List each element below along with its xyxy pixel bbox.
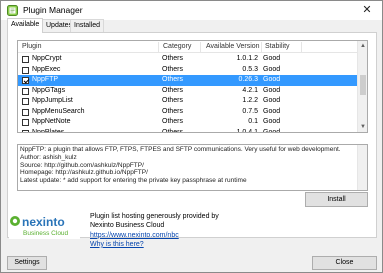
plugin-category: Others [162,86,184,94]
sponsor-link[interactable]: https://www.nexinto.com/nbc [90,232,179,239]
plugin-manager-window: Plugin Manager ✕ Available Updates Insta… [0,0,383,273]
plugin-row[interactable]: NppCrypt Others 1.0.1.2 Good [18,54,358,65]
description-line: Latest update: * add support for enterin… [20,177,247,185]
plugin-category: Others [162,107,184,115]
plugin-category: Others [162,65,184,73]
description-line: NppFTP: a plugin that allows FTP, FTPS, … [20,146,341,153]
plugin-version: 1.2.2 [242,97,258,104]
plugin-name: NppGTags [32,86,66,94]
plugin-stability: Good [263,65,281,73]
scroll-up-icon[interactable]: ▲ [358,41,367,51]
nexinto-logo: nexinto Business Cloud [9,212,80,239]
plugin-rows: NppCrypt Others 1.0.1.2 Good NppExec Others 0.… [18,54,358,133]
plugin-checkbox[interactable] [22,87,29,95]
plugin-category: Others [162,128,184,133]
close-button[interactable]: Close [312,256,377,270]
why-link[interactable]: Why is this here? [90,241,144,248]
plugin-name: NppExec [32,65,61,73]
tab-available[interactable]: Available [7,18,44,33]
plugin-name: NppNetNote [32,118,71,125]
plugin-row[interactable]: NppPlates Others 1.0.4.1 Good [18,128,358,133]
plugin-stability: Good [263,76,281,83]
sponsor-info: Plugin list hosting generously provided … [90,212,219,249]
plugin-name: NppCrypt [32,55,62,62]
scroll-thumb[interactable] [360,75,366,95]
column-header-version[interactable]: Available Version [206,43,260,50]
sponsor-name: Nexinto Business Cloud [90,222,165,230]
plugin-category: Others [162,118,184,125]
plugin-version: 0.1 [248,118,258,125]
tab-installed[interactable]: Installed [70,19,105,32]
title-bar[interactable]: Plugin Manager ✕ [1,1,382,20]
plugin-checkbox[interactable] [22,77,29,84]
plugin-row[interactable]: NppMenuSearch Others 0.7.5 Good [18,107,358,118]
plugin-checkbox[interactable] [22,56,29,63]
plugin-stability: Good [263,118,281,125]
plugin-name: NppFTP [32,76,59,83]
plugin-version: 4.2.1 [242,86,258,94]
plugin-stability: Good [263,97,281,104]
plugin-version: 0.5.3 [242,65,258,73]
plugin-stability: Good [263,128,281,133]
settings-button[interactable]: Settings [7,256,47,270]
plugin-checkbox[interactable] [22,66,29,74]
column-header-category[interactable]: Category [163,43,191,50]
notepad-plus-plus-icon [7,5,18,16]
description-line: Homepage: http://ashkulz.github.io/NppFT… [20,169,148,177]
plugin-stability: Good [263,107,281,115]
plugin-category: Others [162,76,184,83]
plugin-category: Others [162,55,184,62]
available-tab-panel: Plugin Category Available Version Stabil… [7,32,377,238]
list-scrollbar[interactable]: ▲ ▼ [357,41,367,132]
plugin-version: 0.7.5 [242,107,258,115]
plugin-checkbox[interactable] [22,108,29,116]
scroll-down-icon[interactable]: ▼ [358,122,367,132]
plugin-category: Others [162,97,184,104]
plugin-row[interactable]: NppGTags Others 4.2.1 Good [18,86,358,97]
description-line: Source: http://github.com/ashkulz/NppFTP… [20,161,144,169]
install-button[interactable]: Install [305,192,368,207]
plugin-row[interactable]: NppJumpList Others 1.2.2 Good [18,96,358,107]
svg-text:Business Cloud: Business Cloud [23,230,69,237]
description-scrollbar[interactable] [357,145,367,190]
plugin-row[interactable]: NppExec Others 0.5.3 Good [18,65,358,76]
description-line: Author: ashish_kulz [20,153,77,161]
window-close-icon[interactable]: ✕ [352,1,382,20]
column-header-stability[interactable]: Stability [265,43,290,50]
plugin-name: NppPlates [32,128,65,133]
plugin-version: 1.0.1.2 [236,55,258,62]
plugin-stability: Good [263,55,281,62]
plugin-name: NppJumpList [32,97,73,104]
plugin-list[interactable]: Plugin Category Available Version Stabil… [17,40,368,133]
plugin-stability: Good [263,86,281,94]
plugin-name: NppMenuSearch [32,107,85,115]
plugin-checkbox[interactable] [22,98,29,105]
window-title: Plugin Manager [23,5,83,15]
plugin-description[interactable]: NppFTP: a plugin that allows FTP, FTPS, … [17,144,368,191]
plugin-checkbox[interactable] [22,129,29,132]
plugin-version: 0.26.3 [238,76,258,83]
column-header-plugin[interactable]: Plugin [22,43,41,50]
plugin-row[interactable]: NppFTP Others 0.26.3 Good [18,75,358,86]
sponsor-line: Plugin list hosting generously provided … [90,213,219,220]
list-header: Plugin Category Available Version Stabil… [18,41,358,53]
plugin-checkbox[interactable] [22,119,29,126]
svg-text:nexinto: nexinto [22,215,65,229]
plugin-version: 1.0.4.1 [236,128,258,133]
plugin-row[interactable]: NppNetNote Others 0.1 Good [18,117,358,128]
